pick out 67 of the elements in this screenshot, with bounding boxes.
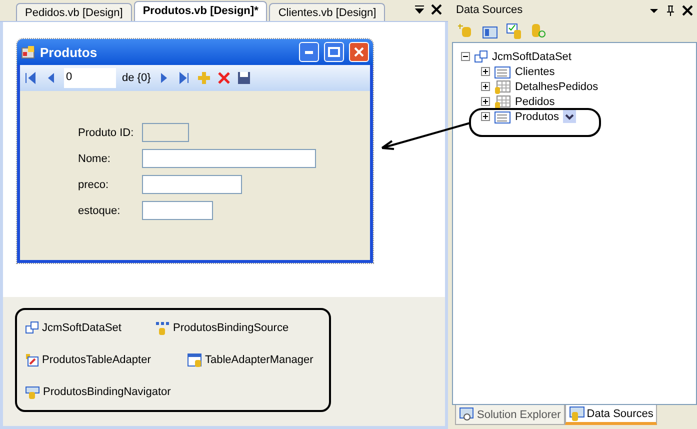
binding-source-icon	[155, 321, 170, 335]
tree-item[interactable]: Pedidos	[515, 96, 555, 108]
add-data-source-icon	[458, 23, 474, 39]
text-field[interactable]	[142, 149, 316, 168]
text-field[interactable]	[142, 175, 242, 194]
panel-tab[interactable]: Data Sources	[564, 405, 658, 425]
expand-toggle[interactable]	[481, 97, 490, 106]
close-button[interactable]	[349, 42, 369, 62]
document-tab[interactable]: Clientes.vb [Design]	[269, 3, 386, 21]
tray-component[interactable]: ProdutosBindingSource	[155, 321, 289, 335]
field-label: estoque:	[78, 204, 122, 216]
add-icon	[196, 71, 211, 85]
minus-icon	[462, 53, 469, 60]
plus-icon	[482, 68, 489, 75]
tree-item[interactable]: Clientes	[515, 66, 555, 78]
field-label: Produto ID:	[78, 126, 135, 138]
table-details-icon	[494, 64, 511, 78]
expand-toggle[interactable]	[461, 52, 470, 61]
table-details-icon	[494, 110, 511, 124]
manager-icon	[187, 353, 202, 367]
close-icon	[431, 4, 442, 15]
record-count: de {0}	[122, 72, 151, 84]
tree-item[interactable]: JcmSoftDataSet	[492, 50, 572, 62]
document-tab[interactable]: Produtos.vb [Design]*	[134, 1, 268, 21]
plus-icon	[482, 113, 489, 120]
expand-toggle[interactable]	[481, 112, 490, 121]
table-adapter-icon	[25, 353, 39, 367]
panel-tab[interactable]: Solution Explorer	[455, 405, 565, 425]
maximize-button[interactable]	[324, 42, 344, 62]
window-title: Produtos	[40, 44, 98, 60]
tray-component[interactable]: ProdutosTableAdapter	[25, 353, 151, 367]
field-label: Nome:	[78, 152, 112, 164]
close-icon	[682, 4, 693, 16]
dropdown-icon	[414, 4, 425, 15]
plus-icon	[482, 83, 489, 90]
expand-toggle[interactable]	[481, 67, 490, 76]
plus-icon	[482, 98, 489, 105]
minimize-button[interactable]	[299, 42, 319, 62]
tray-component[interactable]: ProdutosBindingNavigator	[25, 385, 171, 399]
navigator-icon	[25, 385, 40, 399]
tree-item[interactable]: DetalhesPedidos	[515, 80, 598, 92]
position-field[interactable]: 0	[64, 68, 116, 88]
minimize-icon	[305, 50, 313, 54]
expand-toggle[interactable]	[481, 82, 490, 91]
maximize-icon	[328, 47, 340, 57]
dropdown-icon[interactable]	[563, 110, 576, 123]
move-last-icon	[176, 71, 191, 85]
configure-icon	[506, 23, 522, 39]
table-grid-icon	[494, 80, 511, 94]
move-first-icon	[24, 71, 38, 85]
text-field[interactable]	[142, 201, 213, 220]
tray-component[interactable]: JcmSoftDataSet	[25, 321, 122, 335]
document-tab[interactable]: Pedidos.vb [Design]	[16, 3, 132, 21]
search-icon	[459, 406, 475, 422]
data-source-icon	[568, 406, 585, 422]
dataset-icon	[474, 50, 488, 64]
save-icon	[236, 71, 251, 85]
dataset-icon	[25, 321, 39, 335]
tray-component[interactable]: TableAdapterManager	[187, 353, 314, 367]
delete-icon	[216, 71, 231, 85]
table-grid-icon	[494, 94, 511, 108]
pin-icon	[665, 4, 676, 16]
refresh-icon	[530, 23, 546, 39]
panel-title: Data Sources	[456, 4, 523, 16]
form-icon	[21, 45, 35, 59]
field-label: preco:	[78, 178, 110, 190]
close-icon	[354, 47, 364, 57]
